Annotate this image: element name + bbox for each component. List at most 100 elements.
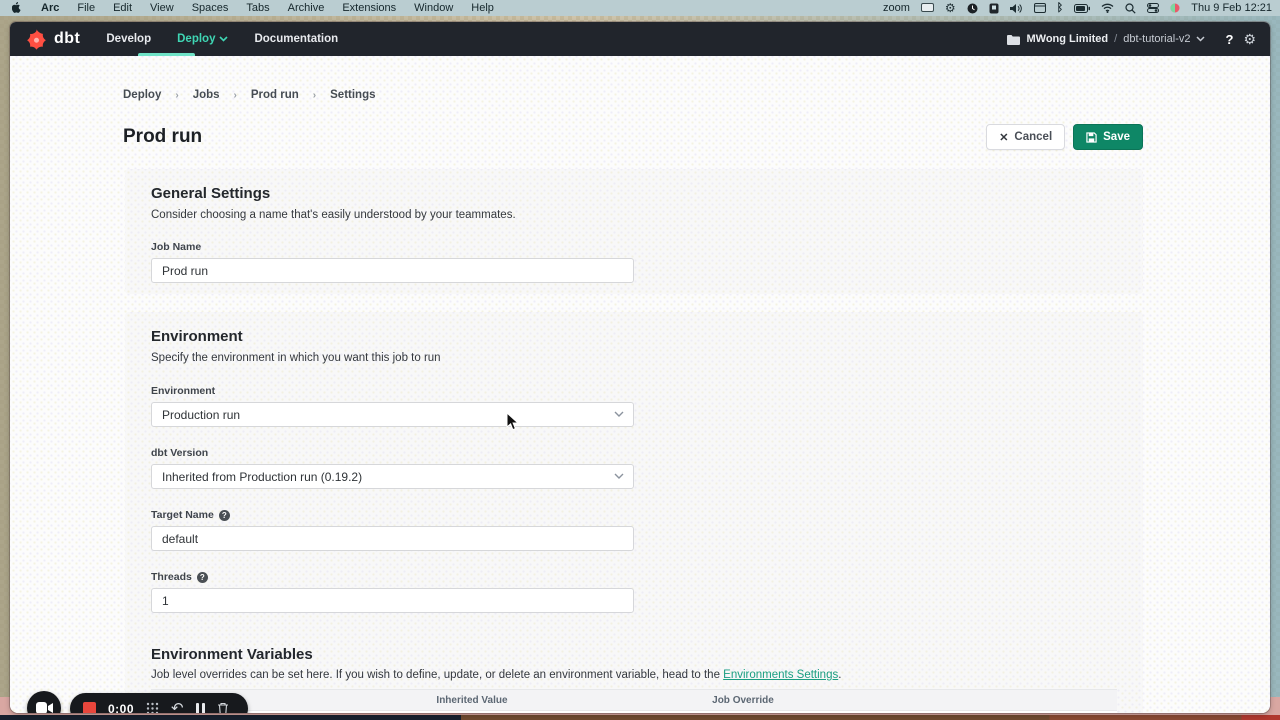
menubar-item-edit[interactable]: Edit [113,2,132,14]
control-center-icon[interactable] [1147,2,1159,14]
menubar-item-window[interactable]: Window [414,2,453,14]
dbt-brand-text: dbt [54,30,80,48]
zoom-menu-item[interactable]: zoom [883,2,910,14]
breadcrumb-separator: › [313,90,316,101]
general-settings-subtitle: Consider choosing a name that's easily u… [151,209,1117,221]
menubar-item-help[interactable]: Help [471,2,494,14]
pause-icon[interactable] [196,703,205,713]
camera-bubble-button[interactable] [27,691,61,713]
project-name: dbt-tutorial-v2 [1123,33,1190,45]
dbt-version-label: dbt Version [151,447,1117,459]
environment-card: Environment Specify the environment in w… [125,312,1143,713]
search-icon[interactable] [1125,2,1136,14]
threads-input[interactable] [151,588,634,613]
env-vars-override-column: Job Override [603,695,883,706]
threads-label: Threads ? [151,571,1117,583]
breadcrumb-deploy[interactable]: Deploy [123,89,161,101]
help-icon[interactable]: ? [1225,32,1233,47]
job-name-label: Job Name [151,241,1117,253]
environment-select-value: Production run [162,408,240,422]
dbt-navbar: dbt Develop Deploy Documentation MWong L… [10,22,1270,56]
breadcrumb: Deploy › Jobs › Prod run › Settings [123,56,1143,101]
job-name-input[interactable] [151,258,634,283]
menubar-item-tabs[interactable]: Tabs [246,2,269,14]
breadcrumb-jobs[interactable]: Jobs [193,89,220,101]
target-name-input[interactable] [151,526,634,551]
environment-heading: Environment [151,328,1117,345]
chevron-down-icon [614,411,624,418]
undo-icon[interactable]: ↶ [171,701,184,713]
apple-menu-icon[interactable] [12,2,23,14]
environment-variables-note: Job level overrides can be set here. If … [151,669,1117,681]
nav-develop[interactable]: Develop [106,33,151,45]
nav-links: Develop Deploy Documentation [106,33,338,45]
bluetooth-icon[interactable]: ᛒ [1057,2,1064,14]
page-title: Prod run [123,126,202,148]
menubar-item-arc[interactable]: Arc [41,2,59,14]
cancel-button[interactable]: ✕ Cancel [986,124,1065,150]
status-dot-icon[interactable] [1170,2,1180,14]
wifi-icon[interactable] [1101,2,1114,14]
threads-help-icon[interactable]: ? [197,572,208,583]
cancel-label: Cancel [1014,131,1052,143]
app-box-icon[interactable] [989,2,999,14]
target-name-help-icon[interactable]: ? [219,510,230,521]
breadcrumb-prod-run[interactable]: Prod run [251,89,299,101]
env-note-prefix: Job level overrides can be set here. If … [151,669,723,681]
save-icon [1086,132,1097,143]
target-name-label-text: Target Name [151,509,214,521]
trash-icon[interactable] [217,702,229,713]
page-content: Deploy › Jobs › Prod run › Settings Prod… [10,56,1270,713]
dbt-logo-icon [24,27,49,52]
target-name-label: Target Name ? [151,509,1117,521]
clock-status-icon[interactable] [967,2,978,14]
folder-icon [1007,34,1020,45]
drawing-tools-icon[interactable] [146,702,159,713]
breadcrumb-separator: › [234,90,237,101]
account-project-switcher[interactable]: MWong Limited / dbt-tutorial-v2 [1007,33,1205,45]
environment-variables-heading: Environment Variables [151,646,1117,663]
environment-select[interactable]: Production run [151,402,634,427]
breadcrumb-settings[interactable]: Settings [330,89,375,101]
account-separator: / [1114,33,1117,45]
stop-recording-button[interactable] [83,702,96,713]
env-vars-table-header: Inherited Value Job Override [151,689,1117,711]
menubar-clock[interactable]: Thu 9 Feb 12:21 [1191,2,1272,14]
screen-mirroring-icon[interactable] [921,2,934,14]
battery-icon[interactable] [1074,2,1090,14]
nav-deploy[interactable]: Deploy [177,33,228,45]
menubar-item-spaces[interactable]: Spaces [192,2,229,14]
gear-status-icon[interactable]: ⚙ [945,2,956,14]
env-vars-table-row [151,711,1117,713]
menubar-item-archive[interactable]: Archive [288,2,325,14]
chevron-down-icon [1196,36,1205,42]
recording-timer: 0:00 [108,702,134,714]
environment-subtitle: Specify the environment in which you wan… [151,352,1117,364]
dbt-logo[interactable]: dbt [24,27,80,52]
save-label: Save [1103,131,1130,143]
general-settings-card: General Settings Consider choosing a nam… [125,169,1143,294]
chevron-down-icon [614,473,624,480]
macos-menubar: Arc File Edit View Spaces Tabs Archive E… [0,0,1280,16]
breadcrumb-separator: › [175,90,178,101]
volume-icon[interactable] [1010,2,1023,14]
window-switch-icon[interactable] [1034,2,1046,14]
video-camera-icon [36,702,53,713]
recording-toolbar: 0:00 ↶ [70,693,248,713]
menubar-item-view[interactable]: View [150,2,174,14]
dbt-version-select[interactable]: Inherited from Production run (0.19.2) [151,464,634,489]
environment-select-label: Environment [151,385,1117,397]
settings-gear-icon[interactable]: ⚙ [1243,32,1256,46]
menubar-item-file[interactable]: File [77,2,95,14]
dbt-version-value: Inherited from Production run (0.19.2) [162,470,362,484]
browser-window: dbt Develop Deploy Documentation MWong L… [10,22,1270,713]
threads-label-text: Threads [151,571,192,583]
environments-settings-link[interactable]: Environments Settings [723,669,838,681]
nav-documentation[interactable]: Documentation [254,33,338,45]
close-icon: ✕ [999,131,1008,144]
nav-deploy-label: Deploy [177,33,215,45]
account-name: MWong Limited [1026,33,1108,45]
menubar-item-extensions[interactable]: Extensions [342,2,396,14]
env-note-suffix: . [838,669,841,681]
save-button[interactable]: Save [1073,124,1143,150]
